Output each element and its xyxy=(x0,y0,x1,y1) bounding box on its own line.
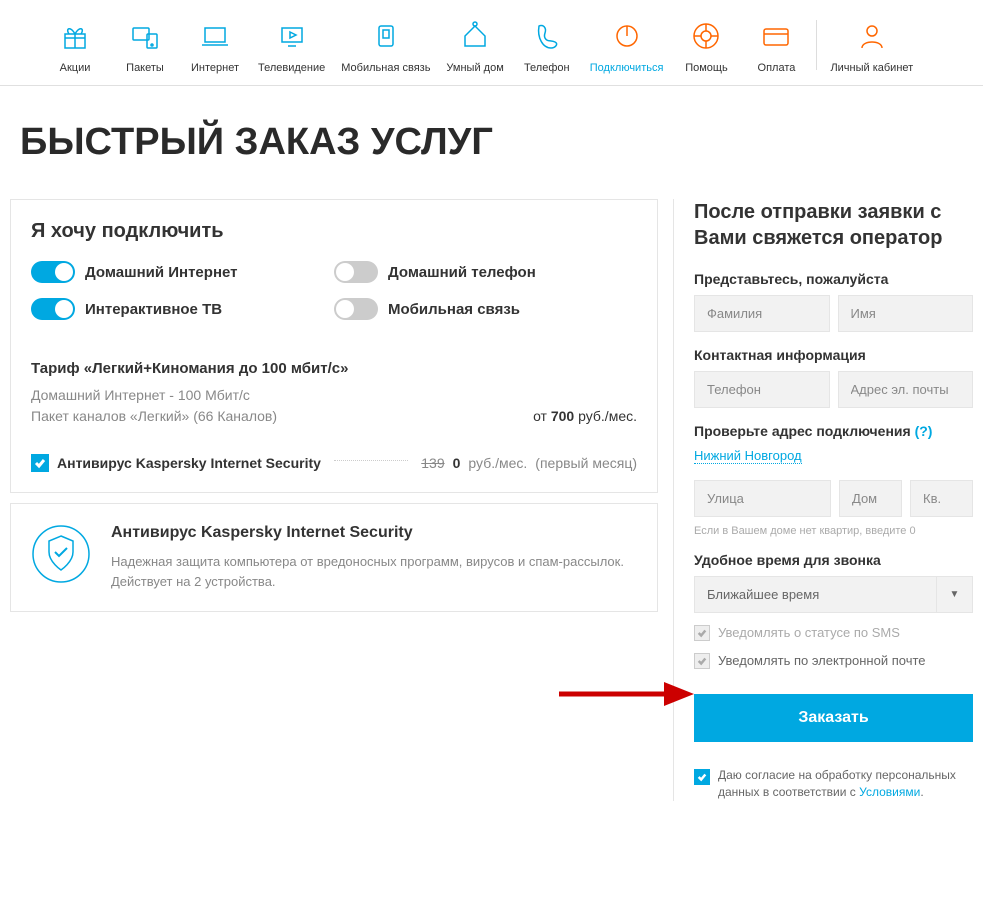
nav-label: Пакеты xyxy=(126,62,164,75)
notify-sms-checkbox[interactable] xyxy=(694,625,710,641)
nav-item-phone[interactable]: Телефон xyxy=(512,20,582,75)
sim-icon xyxy=(370,20,402,52)
addr-help-icon[interactable]: (?) xyxy=(915,423,933,439)
user-icon xyxy=(856,20,888,52)
addr-hint: Если в Вашем доме нет квартир, введите 0 xyxy=(694,525,973,537)
consent-row: Даю согласие на обработку персональных д… xyxy=(694,767,973,801)
toggle-item-3: Мобильная связь xyxy=(334,298,637,320)
city-link[interactable]: Нижний Новгород xyxy=(694,448,802,464)
toggle-label: Интерактивное ТВ xyxy=(85,301,222,318)
tarif-line: Пакет каналов «Легкий» (66 Каналов) xyxy=(31,408,277,424)
toggle-item-1: Домашний телефон xyxy=(334,261,637,283)
consent-link[interactable]: Условиями xyxy=(859,785,920,799)
nav-label: Телевидение xyxy=(258,62,325,75)
home-icon xyxy=(459,20,491,52)
surname-input[interactable] xyxy=(694,295,830,332)
nav-label: Умный дом xyxy=(446,62,503,75)
email-input[interactable] xyxy=(838,371,974,408)
apt-input[interactable] xyxy=(910,480,973,517)
addr-label: Проверьте адрес подключения (?) xyxy=(694,423,973,439)
time-label: Удобное время для звонка xyxy=(694,552,973,568)
card-icon xyxy=(760,20,792,52)
connect-heading: Я хочу подключить xyxy=(31,220,637,243)
nav-item-lifebuoy[interactable]: Помощь xyxy=(671,20,741,75)
toggle-switch[interactable] xyxy=(31,298,75,320)
nav-item-devices[interactable]: Пакеты xyxy=(110,20,180,75)
toggle-label: Домашний Интернет xyxy=(85,264,238,281)
toggle-switch[interactable] xyxy=(31,261,75,283)
nav-item-home[interactable]: Умный дом xyxy=(438,20,511,75)
arrow-annotation xyxy=(554,679,694,709)
order-button[interactable]: Заказать xyxy=(694,694,973,742)
nav-label: Личный кабинет xyxy=(830,62,913,75)
toggle-switch[interactable] xyxy=(334,298,378,320)
chevron-down-icon: ▼ xyxy=(936,577,972,612)
av-desc: Надежная защита компьютера от вредоносны… xyxy=(111,552,637,591)
addon-checkbox[interactable] xyxy=(31,454,49,472)
nav-label: Помощь xyxy=(685,62,728,75)
addon-row: Антивирус Kaspersky Internet Security 13… xyxy=(31,444,637,472)
tarif-price: от 700 руб./мес. xyxy=(533,408,637,424)
nav-item-tv[interactable]: Телевидение xyxy=(250,20,333,75)
toggle-switch[interactable] xyxy=(334,261,378,283)
nav-item-power[interactable]: Подключиться xyxy=(582,20,672,75)
devices-icon xyxy=(129,20,161,52)
time-select[interactable]: Ближайшее время ▼ xyxy=(694,576,973,613)
nav-label: Мобильная связь xyxy=(341,62,430,75)
street-input[interactable] xyxy=(694,480,831,517)
addon-name: Антивирус Kaspersky Internet Security xyxy=(57,455,321,471)
name-label: Представьтесь, пожалуйста xyxy=(694,271,973,287)
toggle-item-2: Интерактивное ТВ xyxy=(31,298,334,320)
firstname-input[interactable] xyxy=(838,295,974,332)
tv-icon xyxy=(276,20,308,52)
notify-sms-row[interactable]: Уведомлять о статусе по SMS xyxy=(694,625,973,641)
nav-item-laptop[interactable]: Интернет xyxy=(180,20,250,75)
connect-card: Я хочу подключить Домашний Интернет Домаш… xyxy=(10,199,658,493)
addon-note: (первый месяц) xyxy=(535,455,637,471)
av-title: Антивирус Kaspersky Internet Security xyxy=(111,524,637,542)
nav-label: Подключиться xyxy=(590,62,664,75)
notify-email-row[interactable]: Уведомлять по электронной почте xyxy=(694,653,973,669)
nav-label: Интернет xyxy=(191,62,239,75)
toggle-item-0: Домашний Интернет xyxy=(31,261,334,283)
phone-input[interactable] xyxy=(694,371,830,408)
top-nav: Акции Пакеты Интернет Телевидение Мобильная … xyxy=(0,0,983,86)
antivirus-card: Антивирус Kaspersky Internet Security На… xyxy=(10,503,658,612)
house-input[interactable] xyxy=(839,480,902,517)
shield-icon xyxy=(31,524,91,584)
nav-label: Акции xyxy=(60,62,91,75)
tarif-title: Тариф «Легкий+Киномания до 100 мбит/с» xyxy=(31,360,637,377)
lifebuoy-icon xyxy=(690,20,722,52)
gift-icon xyxy=(59,20,91,52)
addon-old-price: 139 xyxy=(421,455,444,471)
laptop-icon xyxy=(199,20,231,52)
phone-icon xyxy=(531,20,563,52)
nav-item-sim[interactable]: Мобильная связь xyxy=(333,20,438,75)
nav-item-gift[interactable]: Акции xyxy=(40,20,110,75)
nav-item-user[interactable]: Личный кабинет xyxy=(822,20,921,75)
nav-label: Телефон xyxy=(524,62,570,75)
form-heading: После отправки заявки с Вами свяжется оп… xyxy=(694,199,973,251)
page-title: БЫСТРЫЙ ЗАКАЗ УСЛУГ xyxy=(0,86,983,199)
addon-new-price: 0 xyxy=(453,455,461,471)
power-icon xyxy=(611,20,643,52)
tarif-line: Домашний Интернет - 100 Мбит/с xyxy=(31,387,637,403)
toggle-label: Домашний телефон xyxy=(388,264,536,281)
consent-checkbox[interactable] xyxy=(694,769,710,785)
nav-label: Оплата xyxy=(758,62,796,75)
contact-label: Контактная информация xyxy=(694,347,973,363)
toggle-label: Мобильная связь xyxy=(388,301,520,318)
nav-item-card[interactable]: Оплата xyxy=(741,20,811,75)
notify-email-checkbox[interactable] xyxy=(694,653,710,669)
order-form: После отправки заявки с Вами свяжется оп… xyxy=(673,199,973,801)
